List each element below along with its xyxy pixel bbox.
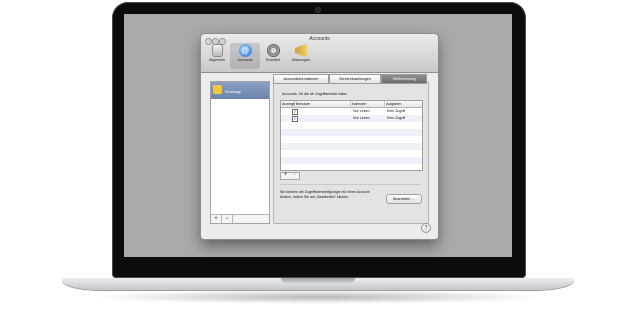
laptop-notch (281, 278, 355, 283)
permission-note: Sie können die Zugriffsberechtigungen fü… (280, 190, 370, 199)
account-list-item[interactable]: Exchange (211, 82, 269, 99)
screen: Accounts Allgemein @ Accounts Erweitert … (124, 14, 512, 257)
empty-row (281, 136, 422, 143)
toolbar-item-warnungen[interactable]: Warnungen (286, 44, 316, 62)
exchange-icon (213, 85, 222, 94)
tab-accountinformationen[interactable]: Accountinformationen (273, 74, 329, 84)
toolbar-item-allgemein[interactable]: Allgemein (202, 44, 232, 62)
table-row[interactable]: ✓ Nur Lesen Kein Zugriff (281, 115, 422, 122)
empty-row (281, 150, 422, 157)
column-header[interactable]: Anzeigen (281, 101, 297, 108)
titlebar: Accounts Allgemein @ Accounts Erweitert … (201, 34, 438, 73)
column-header[interactable]: Kalender (351, 101, 385, 108)
empty-row (281, 129, 422, 136)
remove-delegate-button[interactable]: − (290, 172, 299, 178)
delegation-panel: Accounts, für die ich Zugriffsrechte hab… (273, 81, 429, 224)
megaphone-icon (294, 44, 308, 57)
empty-row (281, 157, 422, 164)
tasks-cell: Kein Zugriff (387, 116, 406, 120)
toolbar-label: Accounts (237, 58, 253, 62)
table-row[interactable]: ✓ Nur Lesen Kein Zugriff (281, 108, 422, 115)
at-sign-icon: @ (238, 44, 252, 57)
add-delegate-button[interactable]: + (281, 172, 290, 178)
switch-icon (211, 44, 223, 57)
account-type: Exchange (225, 90, 241, 94)
add-account-button[interactable]: + (211, 215, 222, 223)
tab-servereinstellungen[interactable]: Servereinstellungen (329, 74, 381, 84)
laptop-shadow (90, 290, 546, 304)
gear-icon (266, 44, 280, 57)
tasks-cell: Kein Zugriff (387, 109, 406, 113)
empty-row (281, 122, 422, 129)
empty-row (281, 143, 422, 150)
toolbar-label: Erweitert (265, 58, 281, 62)
toolbar-label: Allgemein (209, 58, 225, 62)
remove-account-button[interactable]: − (222, 215, 233, 223)
help-button[interactable]: ? (421, 223, 431, 233)
toolbar-item-erweitert[interactable]: Erweitert (258, 44, 288, 62)
toolbar-item-accounts[interactable]: @ Accounts (230, 43, 260, 69)
camera-icon (316, 8, 320, 12)
calendar-cell: Nur Lesen (353, 116, 370, 120)
preferences-window: Accounts Allgemein @ Accounts Erweitert … (201, 34, 438, 239)
divider (280, 184, 421, 185)
sidebar-footer: + − (211, 214, 269, 223)
table-edit-controls: + − (280, 172, 300, 180)
delegation-table: Anzeigen Benutzer Kalender Aufgaben ✓ Nu… (280, 100, 423, 171)
column-header[interactable]: Benutzer (295, 101, 351, 108)
panel-heading: Accounts, für die ich Zugriffsrechte hab… (282, 92, 348, 96)
tab-stellvertretung[interactable]: Stellvertretung (381, 74, 427, 84)
window-title: Accounts (309, 36, 330, 42)
account-sidebar: Exchange + − (210, 81, 270, 224)
column-header[interactable]: Aufgaben (385, 101, 422, 108)
edit-button[interactable]: Bearbeiten … (386, 194, 422, 204)
calendar-cell: Nur Lesen (353, 109, 370, 113)
toolbar-label: Warnungen (291, 58, 311, 62)
